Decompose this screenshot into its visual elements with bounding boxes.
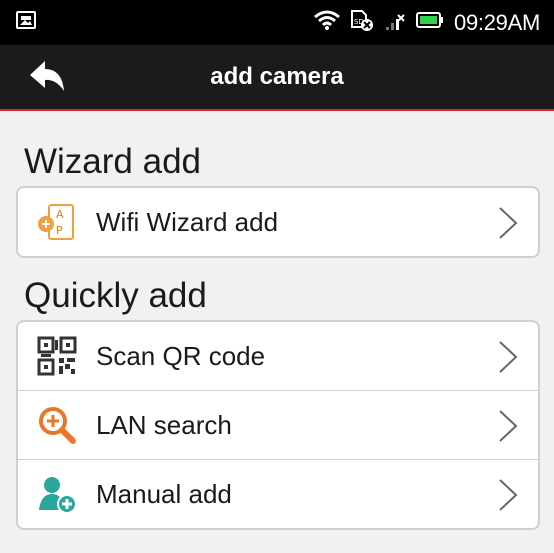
action-bar: add camera: [0, 45, 554, 111]
chevron-right-icon: [498, 206, 518, 245]
lan-search-label: LAN search: [96, 409, 232, 440]
qr-code-icon: [34, 333, 80, 379]
battery-icon: [416, 11, 444, 34]
chevron-right-icon: [498, 340, 518, 379]
status-bar: SD 09:29AM: [0, 0, 554, 45]
svg-text:P: P: [56, 224, 63, 237]
signal-icon: [384, 9, 406, 36]
section-title-quickly-add: Quickly add: [24, 276, 207, 315]
search-plus-icon: [34, 402, 80, 448]
wifi-wizard-add-item[interactable]: A P Wifi Wizard add: [18, 188, 538, 256]
chevron-right-icon: [498, 478, 518, 517]
manual-add-item[interactable]: Manual add: [18, 459, 538, 528]
wifi-icon: [314, 9, 340, 36]
chevron-right-icon: [498, 409, 518, 448]
svg-text:A: A: [56, 208, 64, 221]
scan-qr-code-item[interactable]: Scan QR code: [18, 322, 538, 390]
lan-search-item[interactable]: LAN search: [18, 390, 538, 459]
add-user-icon: [34, 471, 80, 517]
status-time: 09:29AM: [454, 9, 540, 35]
manual-add-label: Manual add: [96, 478, 232, 509]
sd-card-error-icon: SD: [350, 9, 374, 36]
wifi-wizard-add-label: Wifi Wizard add: [96, 206, 279, 237]
scan-qr-code-label: Scan QR code: [96, 340, 266, 371]
page-title: add camera: [210, 63, 344, 90]
image-notification-icon: [16, 11, 36, 34]
wizard-add-group: A P Wifi Wizard add: [16, 186, 540, 258]
section-title-wizard-add: Wizard add: [24, 142, 202, 181]
wifi-wizard-icon: A P: [34, 199, 80, 245]
quickly-add-group: Scan QR code LAN search Manual add: [16, 320, 540, 530]
